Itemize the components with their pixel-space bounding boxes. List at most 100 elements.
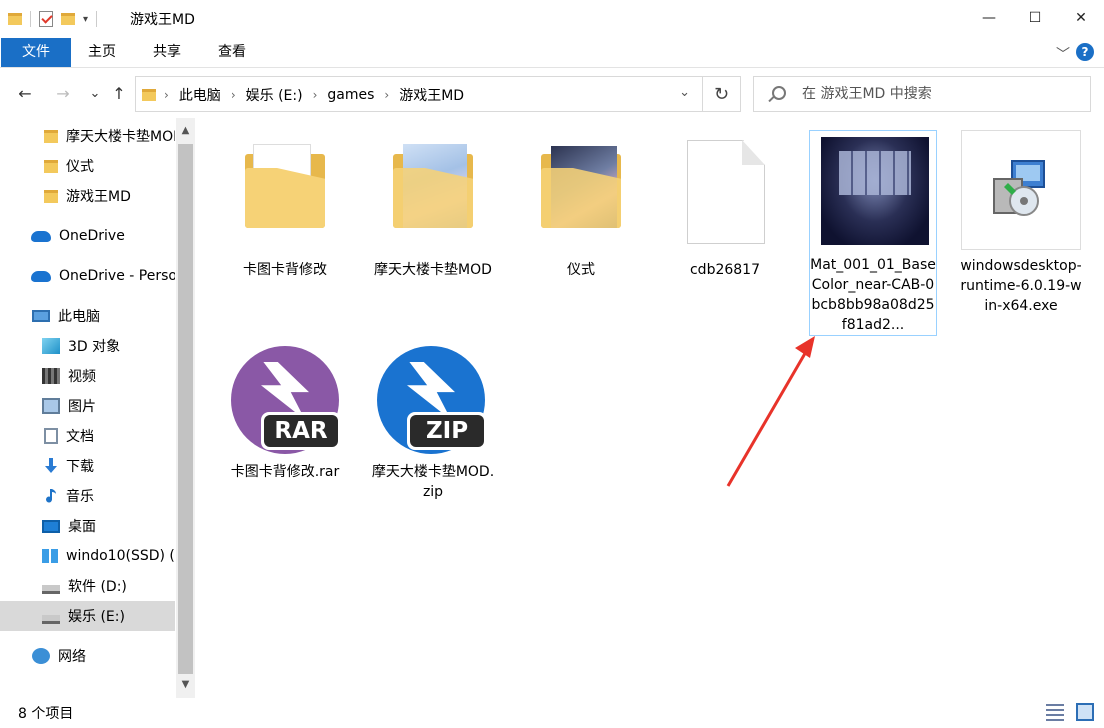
breadcrumb-separator[interactable]: › bbox=[384, 88, 389, 102]
sidebar-item-network[interactable]: 网络 bbox=[0, 641, 175, 671]
sidebar-item-label: windo10(SSD) (C:) bbox=[66, 548, 175, 564]
properties-icon[interactable] bbox=[39, 11, 53, 27]
sidebar-item-label: 仪式 bbox=[66, 159, 94, 175]
navigation-scrollbar[interactable]: ▲ ▼ bbox=[176, 118, 195, 698]
drive-icon bbox=[42, 584, 60, 594]
maximize-button[interactable]: ☐ bbox=[1012, 0, 1058, 36]
sidebar-item-yugioh-md[interactable]: 游戏王MD bbox=[0, 181, 175, 211]
recent-locations-chevron-icon[interactable]: ⌄ bbox=[84, 82, 106, 104]
breadcrumb-this-pc[interactable]: 此电脑 bbox=[179, 85, 221, 105]
title-bar: ▾ 游戏王MD — ☐ ✕ bbox=[0, 0, 1104, 38]
onedrive-icon bbox=[31, 230, 51, 242]
sidebar-item-label: OneDrive - Personal bbox=[59, 268, 175, 284]
expand-ribbon-chevron-icon[interactable]: ﹀ bbox=[1056, 44, 1070, 64]
documents-icon bbox=[44, 428, 58, 444]
sidebar-item-videos[interactable]: 视频 bbox=[0, 361, 175, 391]
address-history-chevron-icon[interactable]: ⌄ bbox=[679, 85, 690, 100]
downloads-icon bbox=[44, 458, 58, 474]
up-button[interactable]: ↑ bbox=[108, 82, 130, 104]
address-bar[interactable]: › 此电脑 › 娱乐 (E:) › games › 游戏王MD ⌄ ↻ bbox=[135, 76, 741, 112]
file-view: 卡图卡背修改 摩天大楼卡垫MOD 仪式 cdb26817 Mat_001_01_… bbox=[197, 118, 1104, 698]
tab-home[interactable]: 主页 bbox=[72, 38, 132, 67]
breadcrumb-games[interactable]: games bbox=[327, 87, 374, 103]
details-view-icon[interactable] bbox=[1046, 703, 1064, 721]
search-box[interactable] bbox=[753, 76, 1091, 112]
sidebar-item-drive-e[interactable]: 娱乐 (E:) bbox=[0, 601, 175, 631]
sidebar-item-label: 视频 bbox=[68, 369, 96, 385]
folder-icon bbox=[44, 189, 58, 203]
folder-icon bbox=[8, 13, 22, 25]
video-icon bbox=[42, 368, 60, 384]
sidebar-item-label: 3D 对象 bbox=[68, 339, 121, 355]
sidebar-item-this-pc[interactable]: 此电脑 bbox=[0, 301, 175, 331]
drive-icon bbox=[42, 614, 60, 624]
new-folder-icon[interactable] bbox=[61, 13, 75, 25]
breadcrumb-separator[interactable]: › bbox=[313, 88, 318, 102]
windows-drive-icon bbox=[42, 549, 58, 563]
sidebar-item-label: OneDrive bbox=[59, 228, 125, 244]
scrollbar-thumb[interactable] bbox=[178, 144, 193, 674]
navigation-bar: ← → ⌄ ↑ › 此电脑 › 娱乐 (E:) › games › 游戏王MD … bbox=[0, 70, 1104, 118]
sidebar-item-label: 图片 bbox=[68, 399, 96, 415]
ribbon-tabs: 文件 主页 共享 查看 ﹀ ? bbox=[0, 38, 1104, 68]
minimize-button[interactable]: — bbox=[966, 0, 1012, 36]
sidebar-item-label: 软件 (D:) bbox=[68, 579, 127, 595]
sidebar-item-ritual[interactable]: 仪式 bbox=[0, 151, 175, 181]
breadcrumb-drive-e[interactable]: 娱乐 (E:) bbox=[246, 85, 303, 105]
sidebar-item-desktop[interactable]: 桌面 bbox=[0, 511, 175, 541]
sidebar-item-pictures[interactable]: 图片 bbox=[0, 391, 175, 421]
file-explorer-window: ▾ 游戏王MD — ☐ ✕ 文件 主页 共享 查看 ﹀ ? ← → ⌄ ↑ › … bbox=[0, 0, 1104, 728]
large-icons-view-icon[interactable] bbox=[1076, 703, 1094, 721]
toolbar-divider bbox=[96, 11, 98, 27]
back-button[interactable]: ← bbox=[14, 82, 36, 104]
navigation-pane: 摩天大楼卡垫MOD 仪式 游戏王MD OneDrive OneDrive - P… bbox=[0, 118, 196, 698]
sidebar-item-onedrive-personal[interactable]: OneDrive - Personal bbox=[0, 261, 175, 291]
sidebar-item-label: 文档 bbox=[66, 429, 94, 445]
sidebar-item-onedrive[interactable]: OneDrive bbox=[0, 221, 175, 251]
tab-view[interactable]: 查看 bbox=[202, 38, 262, 67]
toolbar-divider bbox=[30, 11, 31, 27]
sidebar-item-drive-c[interactable]: windo10(SSD) (C:) bbox=[0, 541, 175, 571]
folder-icon bbox=[44, 129, 58, 143]
sidebar-item-label: 桌面 bbox=[68, 519, 96, 535]
breadcrumb-current-folder[interactable]: 游戏王MD bbox=[399, 85, 464, 105]
scroll-up-arrow-icon[interactable]: ▲ bbox=[176, 122, 195, 140]
tab-share[interactable]: 共享 bbox=[137, 38, 197, 67]
sidebar-item-music[interactable]: 音乐 bbox=[0, 481, 175, 511]
sidebar-item-3d-objects[interactable]: 3D 对象 bbox=[0, 331, 175, 361]
onedrive-icon bbox=[31, 270, 51, 282]
tab-file[interactable]: 文件 bbox=[1, 38, 71, 67]
sidebar-item-label: 下载 bbox=[66, 459, 94, 475]
item-count: 8 个项目 bbox=[18, 706, 74, 722]
scroll-down-arrow-icon[interactable]: ▼ bbox=[176, 676, 195, 694]
forward-button[interactable]: → bbox=[52, 82, 74, 104]
sidebar-item-label: 摩天大楼卡垫MOD bbox=[66, 129, 175, 145]
sidebar-item-label: 娱乐 (E:) bbox=[68, 609, 125, 625]
customize-toolbar-chevron-icon[interactable]: ▾ bbox=[83, 14, 88, 25]
search-input[interactable] bbox=[802, 85, 1072, 103]
folder-icon bbox=[142, 89, 156, 101]
sidebar-item-skyscraper-mod[interactable]: 摩天大楼卡垫MOD bbox=[0, 121, 175, 151]
breadcrumb: › 此电脑 › 娱乐 (E:) › games › 游戏王MD bbox=[164, 85, 464, 105]
sidebar-item-documents[interactable]: 文档 bbox=[0, 421, 175, 451]
sidebar-item-downloads[interactable]: 下载 bbox=[0, 451, 175, 481]
breadcrumb-separator[interactable]: › bbox=[164, 88, 169, 102]
this-pc-icon bbox=[32, 310, 50, 322]
help-icon[interactable]: ? bbox=[1076, 43, 1094, 61]
sidebar-item-label: 此电脑 bbox=[58, 309, 100, 325]
quick-access-toolbar: ▾ bbox=[8, 8, 98, 30]
network-icon bbox=[32, 648, 50, 664]
sidebar-item-label: 网络 bbox=[58, 649, 86, 665]
sidebar-item-label: 游戏王MD bbox=[66, 189, 131, 205]
close-button[interactable]: ✕ bbox=[1058, 0, 1104, 36]
folder-icon bbox=[44, 159, 58, 173]
music-icon bbox=[44, 488, 58, 504]
refresh-button[interactable]: ↻ bbox=[702, 77, 740, 111]
breadcrumb-separator[interactable]: › bbox=[231, 88, 236, 102]
desktop-icon bbox=[42, 519, 60, 533]
3d-objects-icon bbox=[42, 338, 60, 354]
window-title: 游戏王MD bbox=[130, 12, 195, 28]
pictures-icon bbox=[42, 398, 60, 414]
sidebar-item-drive-d[interactable]: 软件 (D:) bbox=[0, 571, 175, 601]
search-icon bbox=[772, 86, 786, 100]
